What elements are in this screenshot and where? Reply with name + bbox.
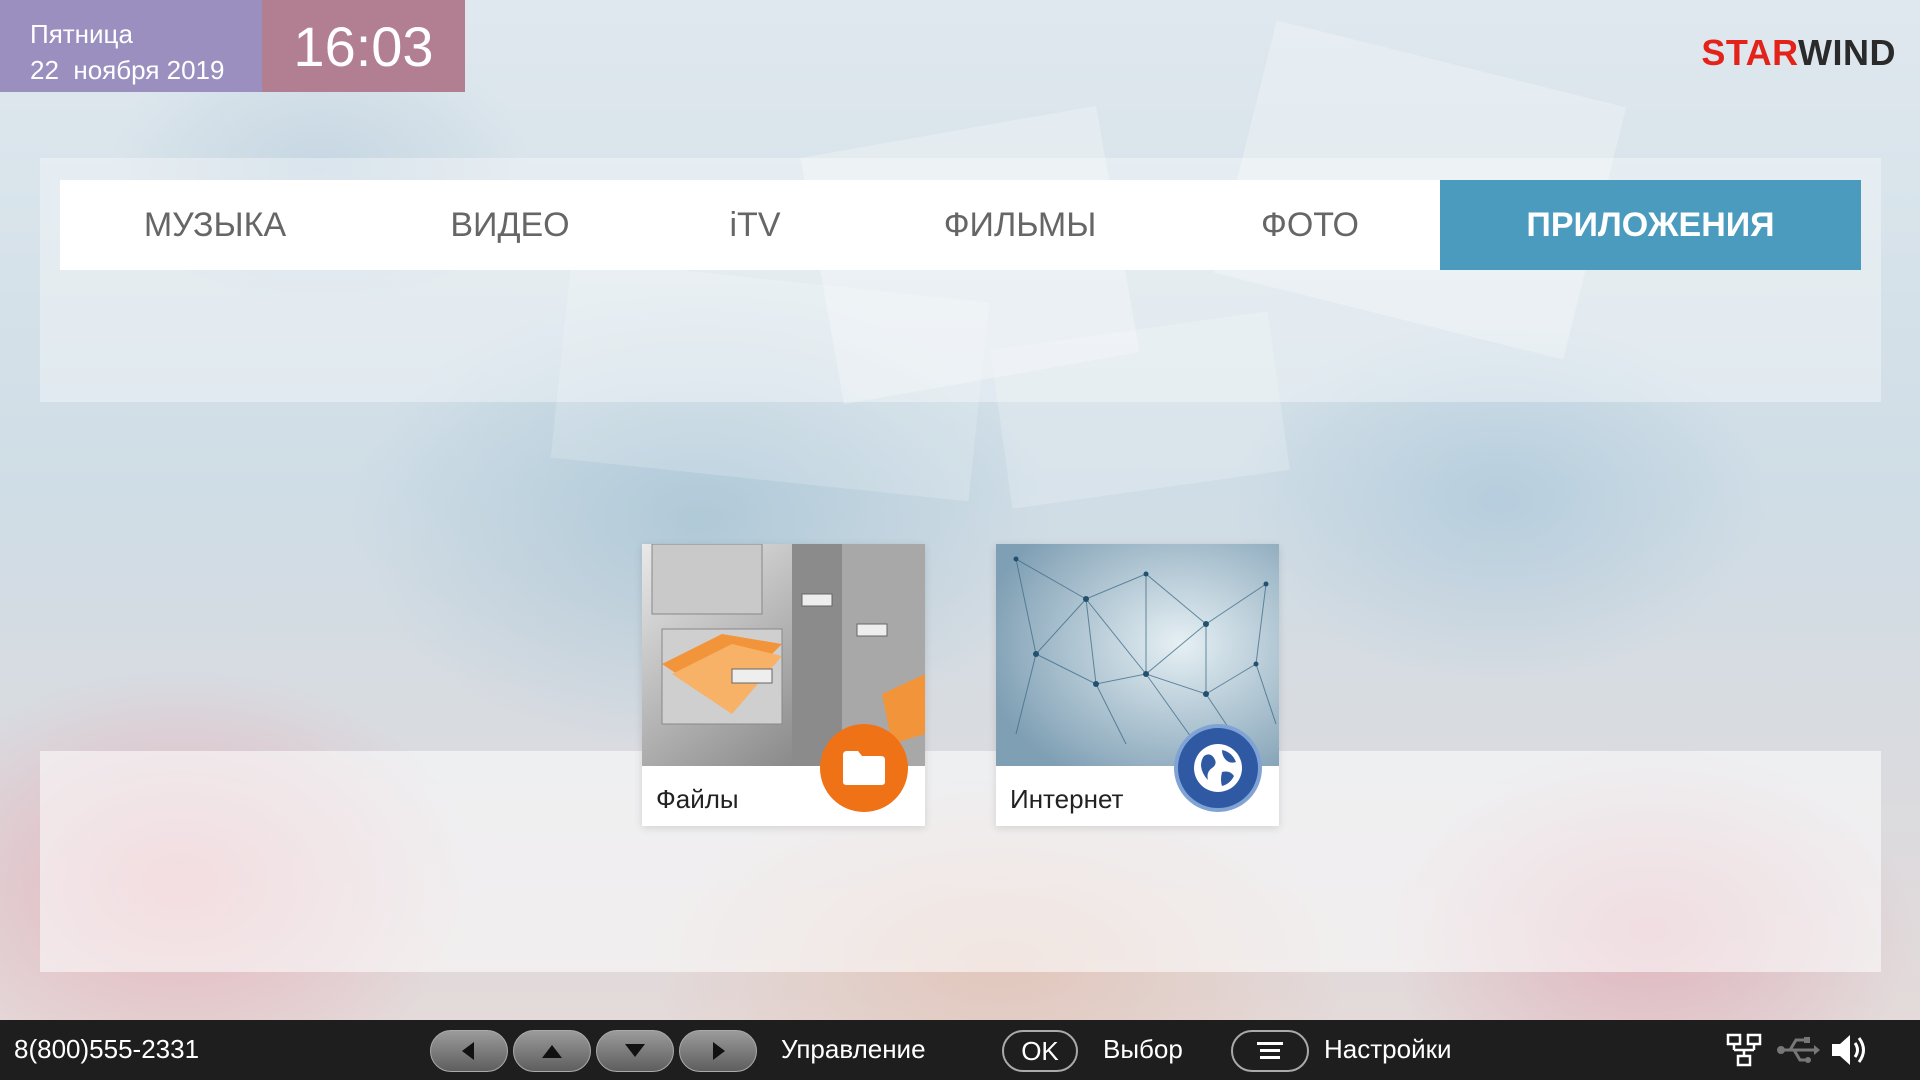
nav-left-button[interactable] — [430, 1030, 508, 1072]
arrow-up-icon — [542, 1045, 562, 1058]
apps-panel — [40, 751, 1881, 972]
date-label: 22 ноября 2019 — [30, 55, 225, 85]
folder-icon — [820, 724, 908, 812]
tab-films[interactable]: ФИЛЬМЫ — [860, 180, 1180, 270]
clock: 16:03 — [262, 0, 465, 92]
usb-icon — [1777, 1037, 1820, 1063]
bottom-bar: 8(800)555-2331 Управление OK Выбор Настр… — [0, 1020, 1920, 1080]
tab-music[interactable]: МУЗЫКА — [60, 180, 370, 270]
starwind-logo: STARWIND — [1701, 32, 1896, 74]
date-panel: Пятница 22 ноября 2019 — [0, 0, 262, 92]
app-files[interactable]: Файлы — [642, 544, 925, 826]
volume-icon — [1832, 1035, 1865, 1065]
weekday-label: Пятница — [30, 19, 133, 49]
app-files-label: Файлы — [656, 784, 739, 814]
tab-apps[interactable]: ПРИЛОЖЕНИЯ — [1440, 180, 1861, 270]
app-internet[interactable]: Интернет — [996, 544, 1279, 826]
tab-video[interactable]: ВИДЕО — [370, 180, 650, 270]
select-hint: Выбор — [1103, 1034, 1183, 1064]
nav-up-button[interactable] — [513, 1030, 591, 1072]
app-internet-label: Интернет — [1010, 784, 1124, 814]
menu-icon — [1257, 1042, 1283, 1059]
nav-right-button[interactable] — [679, 1030, 757, 1072]
arrow-down-icon — [625, 1044, 645, 1057]
network-icon — [1726, 1033, 1762, 1067]
control-hint: Управление — [781, 1034, 926, 1064]
support-phone: 8(800)555-2331 — [14, 1034, 200, 1064]
category-tabs: МУЗЫКА ВИДЕО iTV ФИЛЬМЫ ФОТО ПРИЛОЖЕНИЯ — [60, 180, 1861, 270]
tab-itv[interactable]: iTV — [650, 180, 860, 270]
logo-part-wind: WIND — [1798, 32, 1896, 73]
ok-button[interactable]: OK — [1002, 1030, 1078, 1072]
menu-button[interactable] — [1231, 1030, 1309, 1072]
globe-icon — [1174, 724, 1262, 812]
nav-down-button[interactable] — [596, 1030, 674, 1072]
logo-part-star: STAR — [1701, 32, 1799, 73]
arrow-left-icon — [462, 1042, 474, 1060]
tab-photo[interactable]: ФОТО — [1180, 180, 1440, 270]
arrow-right-icon — [713, 1042, 725, 1060]
settings-hint: Настройки — [1324, 1034, 1452, 1064]
